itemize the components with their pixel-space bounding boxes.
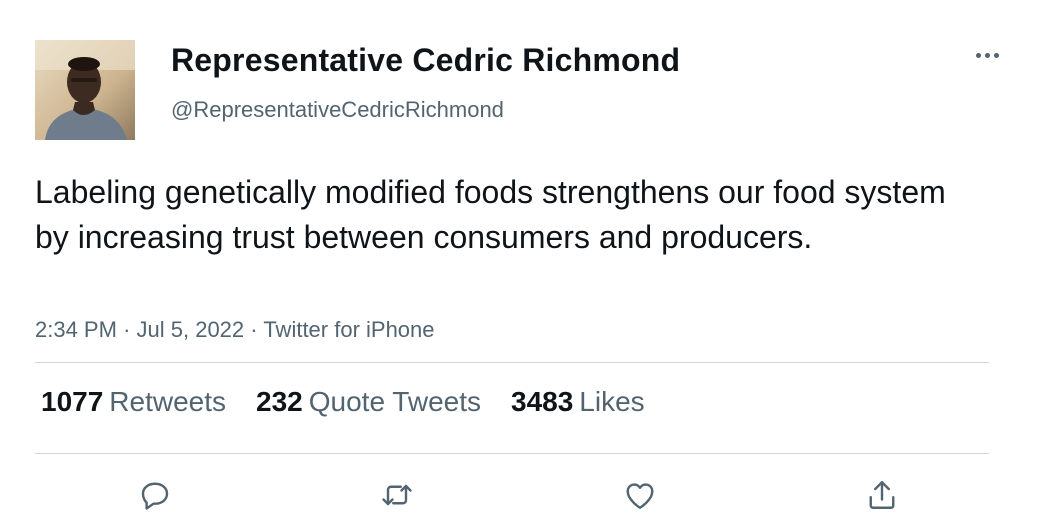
avatar[interactable] [35,40,135,140]
share-button[interactable] [861,474,903,516]
divider [35,362,989,363]
tweet-source[interactable]: Twitter for iPhone [263,317,434,342]
retweet-icon [382,484,412,506]
display-name[interactable]: Representative Cedric Richmond [171,42,680,79]
reply-icon [141,482,169,510]
action-bar [0,474,1050,516]
likes-count: 3483 [511,386,574,417]
retweets-label: Retweets [109,386,227,417]
tweet-time[interactable]: 2:34 PM [35,317,117,342]
tweet-text: Labeling genetically modified foods stre… [35,174,946,255]
engagement-stats: 1077 Retweets 232 Quote Tweets 3483 Likes [41,386,675,418]
tweet-meta: 2:34 PM · Jul 5, 2022 · Twitter for iPho… [35,317,435,343]
divider [35,453,989,454]
quote-tweets-stat[interactable]: 232 Quote Tweets [256,386,481,418]
more-horizontal-icon[interactable] [970,40,1004,70]
retweets-stat[interactable]: 1077 Retweets [41,386,226,418]
likes-label: Likes [579,386,645,417]
quote-tweets-label: Quote Tweets [308,386,481,417]
meta-separator: · [123,317,137,342]
heart-icon [626,483,654,509]
share-icon [869,481,895,509]
avatar-photo [35,40,135,140]
likes-stat[interactable]: 3483 Likes [511,386,645,418]
like-button[interactable] [619,474,661,516]
tweet-card: Representative Cedric Richmond @Represen… [0,0,1050,525]
reply-button[interactable] [134,474,176,516]
user-handle[interactable]: @RepresentativeCedricRichmond [171,97,504,123]
retweet-button[interactable] [376,474,418,516]
retweets-count: 1077 [41,386,104,417]
quote-tweets-count: 232 [256,386,303,417]
tweet-date[interactable]: Jul 5, 2022 [137,317,245,342]
meta-separator: · [250,317,264,342]
